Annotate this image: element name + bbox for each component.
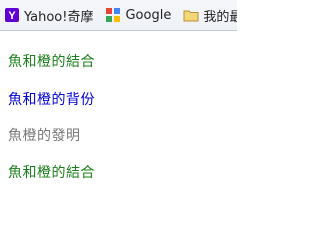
text-fish-orange-invention: 魚橙的發明 bbox=[8, 128, 81, 144]
bookmark-google[interactable]: Google bbox=[105, 4, 171, 26]
bookmark-label: Google bbox=[125, 7, 172, 23]
bookmark-yahoo[interactable]: Y Yahoo!奇摩 bbox=[4, 4, 93, 26]
yahoo-icon: Y bbox=[4, 7, 20, 23]
folder-icon bbox=[183, 7, 199, 23]
bookmarks-bar: Y Yahoo!奇摩 Google 我的最 bbox=[0, 0, 237, 31]
bookmark-folder[interactable]: 我的最 bbox=[183, 4, 237, 26]
bookmark-label: 我的最 bbox=[203, 9, 237, 25]
link-fish-orange-combination[interactable]: 魚和橙的結合 bbox=[8, 51, 95, 71]
google-icon bbox=[105, 7, 121, 23]
link-fish-orange-backup[interactable]: 魚和橙的背份 bbox=[8, 89, 95, 109]
bookmark-label: Yahoo!奇摩 bbox=[24, 9, 94, 25]
svg-text:Y: Y bbox=[8, 10, 16, 22]
link-fish-orange-combination-2[interactable]: 魚和橙的結合 bbox=[8, 162, 95, 182]
